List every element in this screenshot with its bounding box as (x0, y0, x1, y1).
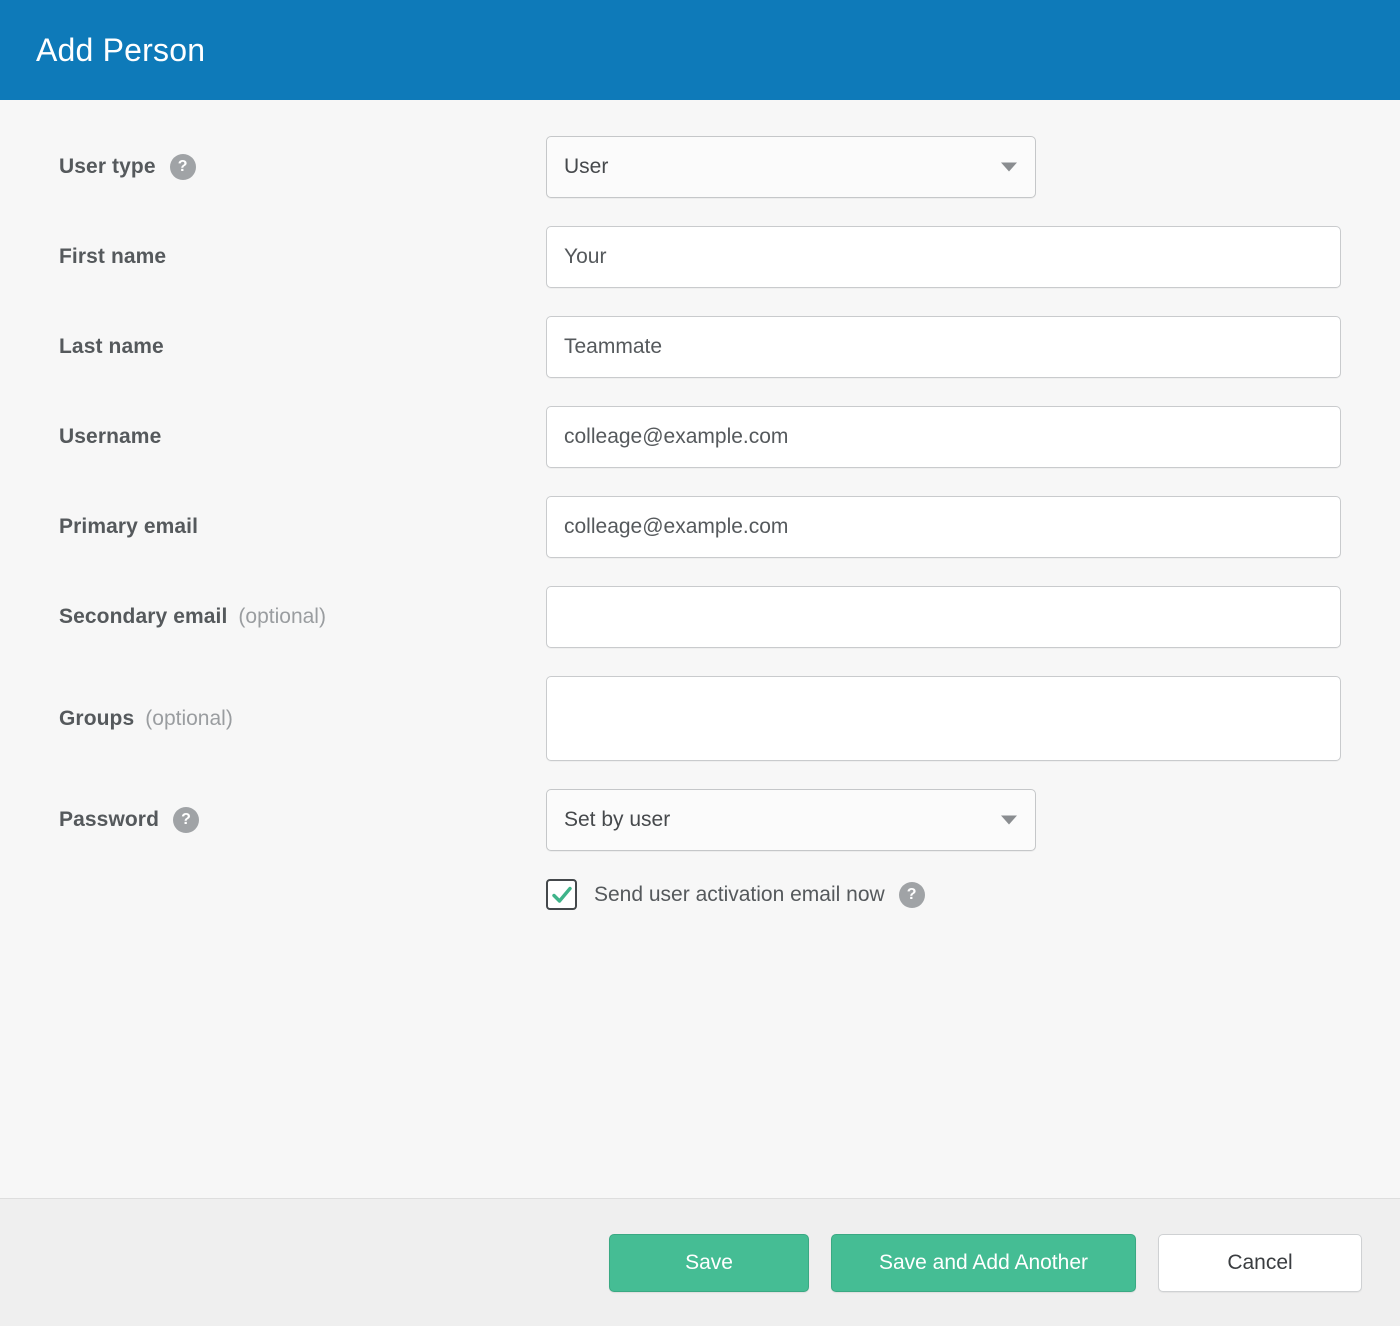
label-cell-primary-email: Primary email (59, 496, 546, 558)
control-cell-username (546, 406, 1341, 468)
control-cell-primary-email (546, 496, 1341, 558)
form-row-primary-email: Primary email (59, 496, 1341, 558)
checkmark-icon (551, 886, 572, 903)
control-cell-user-type: User (546, 136, 1340, 198)
label-cell-username: Username (59, 406, 546, 468)
send-activation-email-checkbox[interactable] (546, 879, 577, 910)
label-groups: Groups (59, 706, 135, 730)
user-type-select-box[interactable]: User (546, 136, 1036, 198)
form-row-user-type: User type ? User (59, 136, 1340, 198)
save-button[interactable]: Save (609, 1233, 809, 1292)
optional-tag-secondary-email: (optional) (238, 605, 326, 628)
label-cell-last-name: Last name (59, 316, 546, 378)
send-activation-email-row: Send user activation email now ? (546, 879, 1340, 910)
last-name-input[interactable] (546, 316, 1341, 378)
groups-input[interactable] (546, 676, 1341, 761)
help-icon-password[interactable]: ? (173, 807, 200, 833)
password-select[interactable]: Set by user (546, 789, 1036, 851)
control-cell-secondary-email (546, 586, 1341, 648)
form-row-first-name: First name (59, 226, 1341, 288)
optional-tag-groups: (optional) (145, 706, 233, 730)
control-cell-password: Set by user (546, 789, 1340, 851)
label-password: Password (59, 808, 160, 831)
help-icon-send-activation-email[interactable]: ? (898, 881, 925, 908)
user-type-select[interactable]: User (546, 136, 1036, 198)
help-icon-user-type[interactable]: ? (169, 154, 196, 180)
page-title: Add Person (36, 32, 206, 68)
save-and-add-another-button[interactable]: Save and Add Another (831, 1233, 1136, 1292)
label-first-name: First name (59, 245, 167, 268)
form-row-last-name: Last name (59, 316, 1341, 378)
label-primary-email: Primary email (59, 515, 199, 538)
label-cell-user-type: User type ? (59, 136, 546, 198)
dialog-footer: Save Save and Add Another Cancel (0, 1198, 1400, 1326)
label-cell-groups: Groups (optional) (59, 676, 546, 761)
label-last-name: Last name (59, 335, 164, 358)
form-row-groups: Groups (optional) (59, 676, 1341, 761)
form-row-username: Username (59, 406, 1341, 468)
form-row-password: Password ? Set by user (59, 789, 1340, 851)
label-cell-password: Password ? (59, 789, 546, 851)
password-selected-value: Set by user (564, 808, 671, 831)
password-select-box[interactable]: Set by user (546, 789, 1036, 851)
user-type-selected-value: User (564, 155, 609, 178)
label-secondary-email: Secondary email (59, 605, 228, 628)
label-user-type: User type (59, 155, 156, 178)
cancel-button[interactable]: Cancel (1158, 1233, 1362, 1292)
control-cell-groups (546, 676, 1341, 761)
label-cell-secondary-email: Secondary email (optional) (59, 586, 546, 648)
dialog-body: User type ? User First name Your Last na… (0, 100, 1400, 1198)
username-input[interactable] (546, 406, 1341, 468)
dialog-header: Add Person (0, 0, 1400, 100)
form-row-secondary-email: Secondary email (optional) (59, 586, 1341, 648)
primary-email-input[interactable] (546, 496, 1341, 558)
send-activation-email-label: Send user activation email now (594, 882, 885, 906)
control-cell-last-name (546, 316, 1341, 378)
first-name-input[interactable] (546, 226, 1341, 288)
add-person-dialog: Add Person User type ? User First name Y… (0, 0, 1400, 1326)
secondary-email-input[interactable] (546, 586, 1341, 648)
label-username: Username (59, 425, 162, 448)
label-cell-first-name: First name (59, 226, 546, 288)
control-cell-first-name (546, 226, 1341, 288)
